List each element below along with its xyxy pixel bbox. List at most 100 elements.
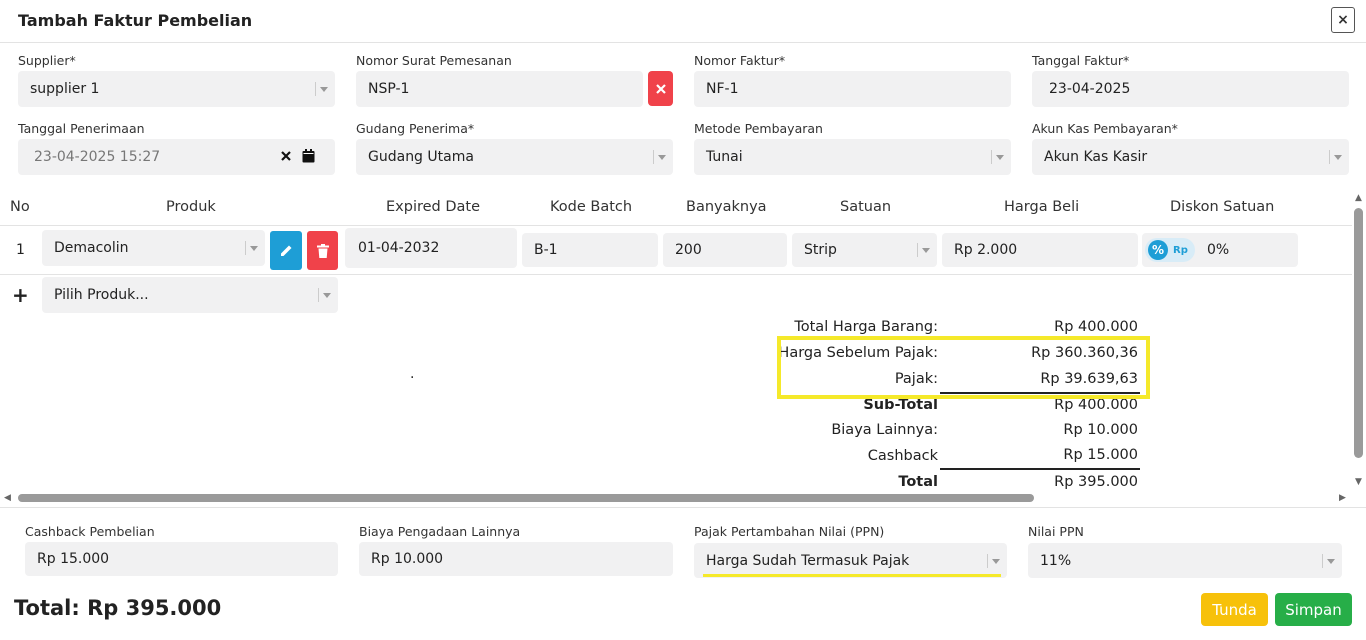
nilai-ppn-label: Nilai PPN xyxy=(1028,524,1084,539)
chevron-down-icon xyxy=(991,150,1005,164)
total-label: Total xyxy=(898,474,938,490)
nomor-surat-input[interactable]: NSP-1 xyxy=(356,71,643,107)
cashback-label: Cashback xyxy=(867,448,938,464)
col-banyaknya: Banyaknya xyxy=(686,199,767,215)
nomor-faktur-label: Nomor Faktur* xyxy=(694,53,786,68)
chevron-down-icon xyxy=(1322,554,1336,568)
calendar-icon[interactable] xyxy=(302,149,315,167)
discount-toggle[interactable]: % Rp xyxy=(1145,238,1195,262)
harga-input[interactable]: Rp 2.000 xyxy=(942,233,1138,267)
tanggal-penerimaan-value: 23-04-2025 15:27 xyxy=(34,149,161,165)
stray-dot: . xyxy=(410,366,415,382)
ppn-value: Harga Sudah Termasuk Pajak xyxy=(706,552,910,569)
qty-value: 200 xyxy=(675,242,702,258)
cashback-pembelian-label: Cashback Pembelian xyxy=(25,524,155,539)
edit-product-button[interactable] xyxy=(270,231,302,270)
horizontal-scroll-thumb[interactable] xyxy=(18,494,1034,502)
chevron-down-icon xyxy=(987,554,1001,568)
percent-icon: % xyxy=(1148,240,1168,260)
total-harga-label: Total Harga Barang: xyxy=(794,319,938,335)
akun-kas-label: Akun Kas Pembayaran* xyxy=(1032,121,1178,136)
clear-date-icon[interactable] xyxy=(280,150,292,166)
add-product-select[interactable]: Pilih Produk... xyxy=(42,277,338,313)
batch-input[interactable]: B-1 xyxy=(522,233,658,267)
chevron-down-icon xyxy=(1329,150,1343,164)
pencil-icon xyxy=(280,245,291,256)
cashback-pembelian-value: Rp 15.000 xyxy=(37,551,110,567)
tunda-button[interactable]: Tunda xyxy=(1201,593,1268,626)
cashback-pembelian-input[interactable]: Rp 15.000 xyxy=(25,542,338,576)
tanggal-penerimaan-label: Tanggal Penerimaan xyxy=(18,121,145,136)
biaya-pengadaan-value: Rp 10.000 xyxy=(371,551,444,567)
akun-kas-select[interactable]: Akun Kas Kasir xyxy=(1032,139,1349,175)
col-no: No xyxy=(10,199,30,215)
col-batch: Kode Batch xyxy=(550,199,633,215)
metode-select[interactable]: Tunai xyxy=(694,139,1011,175)
add-product-icon[interactable]: + xyxy=(12,283,29,307)
nilai-ppn-value: 11% xyxy=(1040,552,1072,569)
harga-value: Rp 2.000 xyxy=(954,242,1018,258)
supplier-value: supplier 1 xyxy=(30,81,100,97)
tanggal-faktur-label: Tanggal Faktur* xyxy=(1032,53,1130,68)
close-icon[interactable]: × xyxy=(1331,7,1355,33)
scroll-left-icon[interactable]: ◀ xyxy=(4,493,11,503)
row-no: 1 xyxy=(16,242,25,258)
modal-header: Tambah Faktur Pembelian × xyxy=(0,0,1366,43)
gudang-value: Gudang Utama xyxy=(368,149,474,165)
scroll-right-icon[interactable]: ▶ xyxy=(1339,493,1346,503)
grand-total: Total: Rp 395.000 xyxy=(14,596,222,620)
nomor-faktur-input[interactable]: NF-1 xyxy=(694,71,1011,107)
subtotal-value: Rp 400.000 xyxy=(1054,397,1138,413)
ppn-label: Pajak Pertambahan Nilai (PPN) xyxy=(694,524,885,539)
scroll-down-icon[interactable]: ▼ xyxy=(1355,477,1362,487)
biaya-pengadaan-label: Biaya Pengadaan Lainnya xyxy=(359,524,521,539)
section-divider xyxy=(0,507,1366,508)
produk-value: Demacolin xyxy=(54,240,129,256)
nilai-ppn-select[interactable]: 11% xyxy=(1028,543,1342,578)
scroll-up-icon[interactable]: ▲ xyxy=(1355,193,1362,203)
metode-value: Tunai xyxy=(706,149,743,165)
batch-value: B-1 xyxy=(534,242,558,258)
qty-input[interactable]: 200 xyxy=(663,233,787,267)
highlight-underline xyxy=(703,574,1001,577)
chevron-down-icon xyxy=(318,288,332,302)
satuan-select[interactable]: Strip xyxy=(792,233,937,267)
simpan-button[interactable]: Simpan xyxy=(1275,593,1352,626)
col-diskon: Diskon Satuan xyxy=(1170,199,1275,215)
biaya-pengadaan-input[interactable]: Rp 10.000 xyxy=(359,542,673,576)
gudang-select[interactable]: Gudang Utama xyxy=(356,139,673,175)
chevron-down-icon xyxy=(245,241,259,255)
add-product-placeholder: Pilih Produk... xyxy=(54,287,149,303)
satuan-value: Strip xyxy=(804,242,837,258)
akun-kas-value: Akun Kas Kasir xyxy=(1044,149,1148,165)
expired-value: 01-04-2032 xyxy=(358,240,440,256)
modal-title: Tambah Faktur Pembelian xyxy=(18,11,253,30)
total-value: Rp 395.000 xyxy=(1054,474,1138,490)
diskon-input[interactable]: % Rp 0% xyxy=(1142,233,1298,267)
nomor-faktur-value: NF-1 xyxy=(706,81,739,97)
col-produk: Produk xyxy=(166,199,216,215)
tanggal-penerimaan-input[interactable]: 23-04-2025 15:27 xyxy=(18,139,335,175)
divider-line xyxy=(940,468,1140,470)
vertical-scroll-thumb[interactable] xyxy=(1354,208,1363,458)
gudang-label: Gudang Penerima* xyxy=(356,121,475,136)
delete-product-button[interactable] xyxy=(307,231,338,270)
expired-date-input[interactable]: 01-04-2032 xyxy=(345,228,517,268)
supplier-select[interactable]: supplier 1 xyxy=(18,71,335,107)
col-satuan: Satuan xyxy=(840,199,892,215)
supplier-label: Supplier* xyxy=(18,53,76,68)
cashback-value: Rp 15.000 xyxy=(1063,447,1138,463)
diskon-value: 0% xyxy=(1207,242,1230,258)
ppn-select[interactable]: Harga Sudah Termasuk Pajak xyxy=(694,543,1007,578)
table-header: No Produk Expired Date Kode Batch Banyak… xyxy=(0,192,1352,226)
chevron-down-icon xyxy=(653,150,667,164)
chevron-down-icon xyxy=(315,82,329,96)
biaya-lainnya-value: Rp 10.000 xyxy=(1063,422,1138,438)
clear-nomor-surat-button[interactable] xyxy=(648,71,673,106)
tanggal-faktur-input[interactable]: 23-04-2025 xyxy=(1032,71,1349,107)
chevron-down-icon xyxy=(917,243,931,257)
subtotal-label: Sub-Total xyxy=(863,397,938,413)
col-harga: Harga Beli xyxy=(1004,199,1080,215)
biaya-lainnya-label: Biaya Lainnya: xyxy=(831,422,938,438)
produk-select[interactable]: Demacolin xyxy=(42,230,265,266)
